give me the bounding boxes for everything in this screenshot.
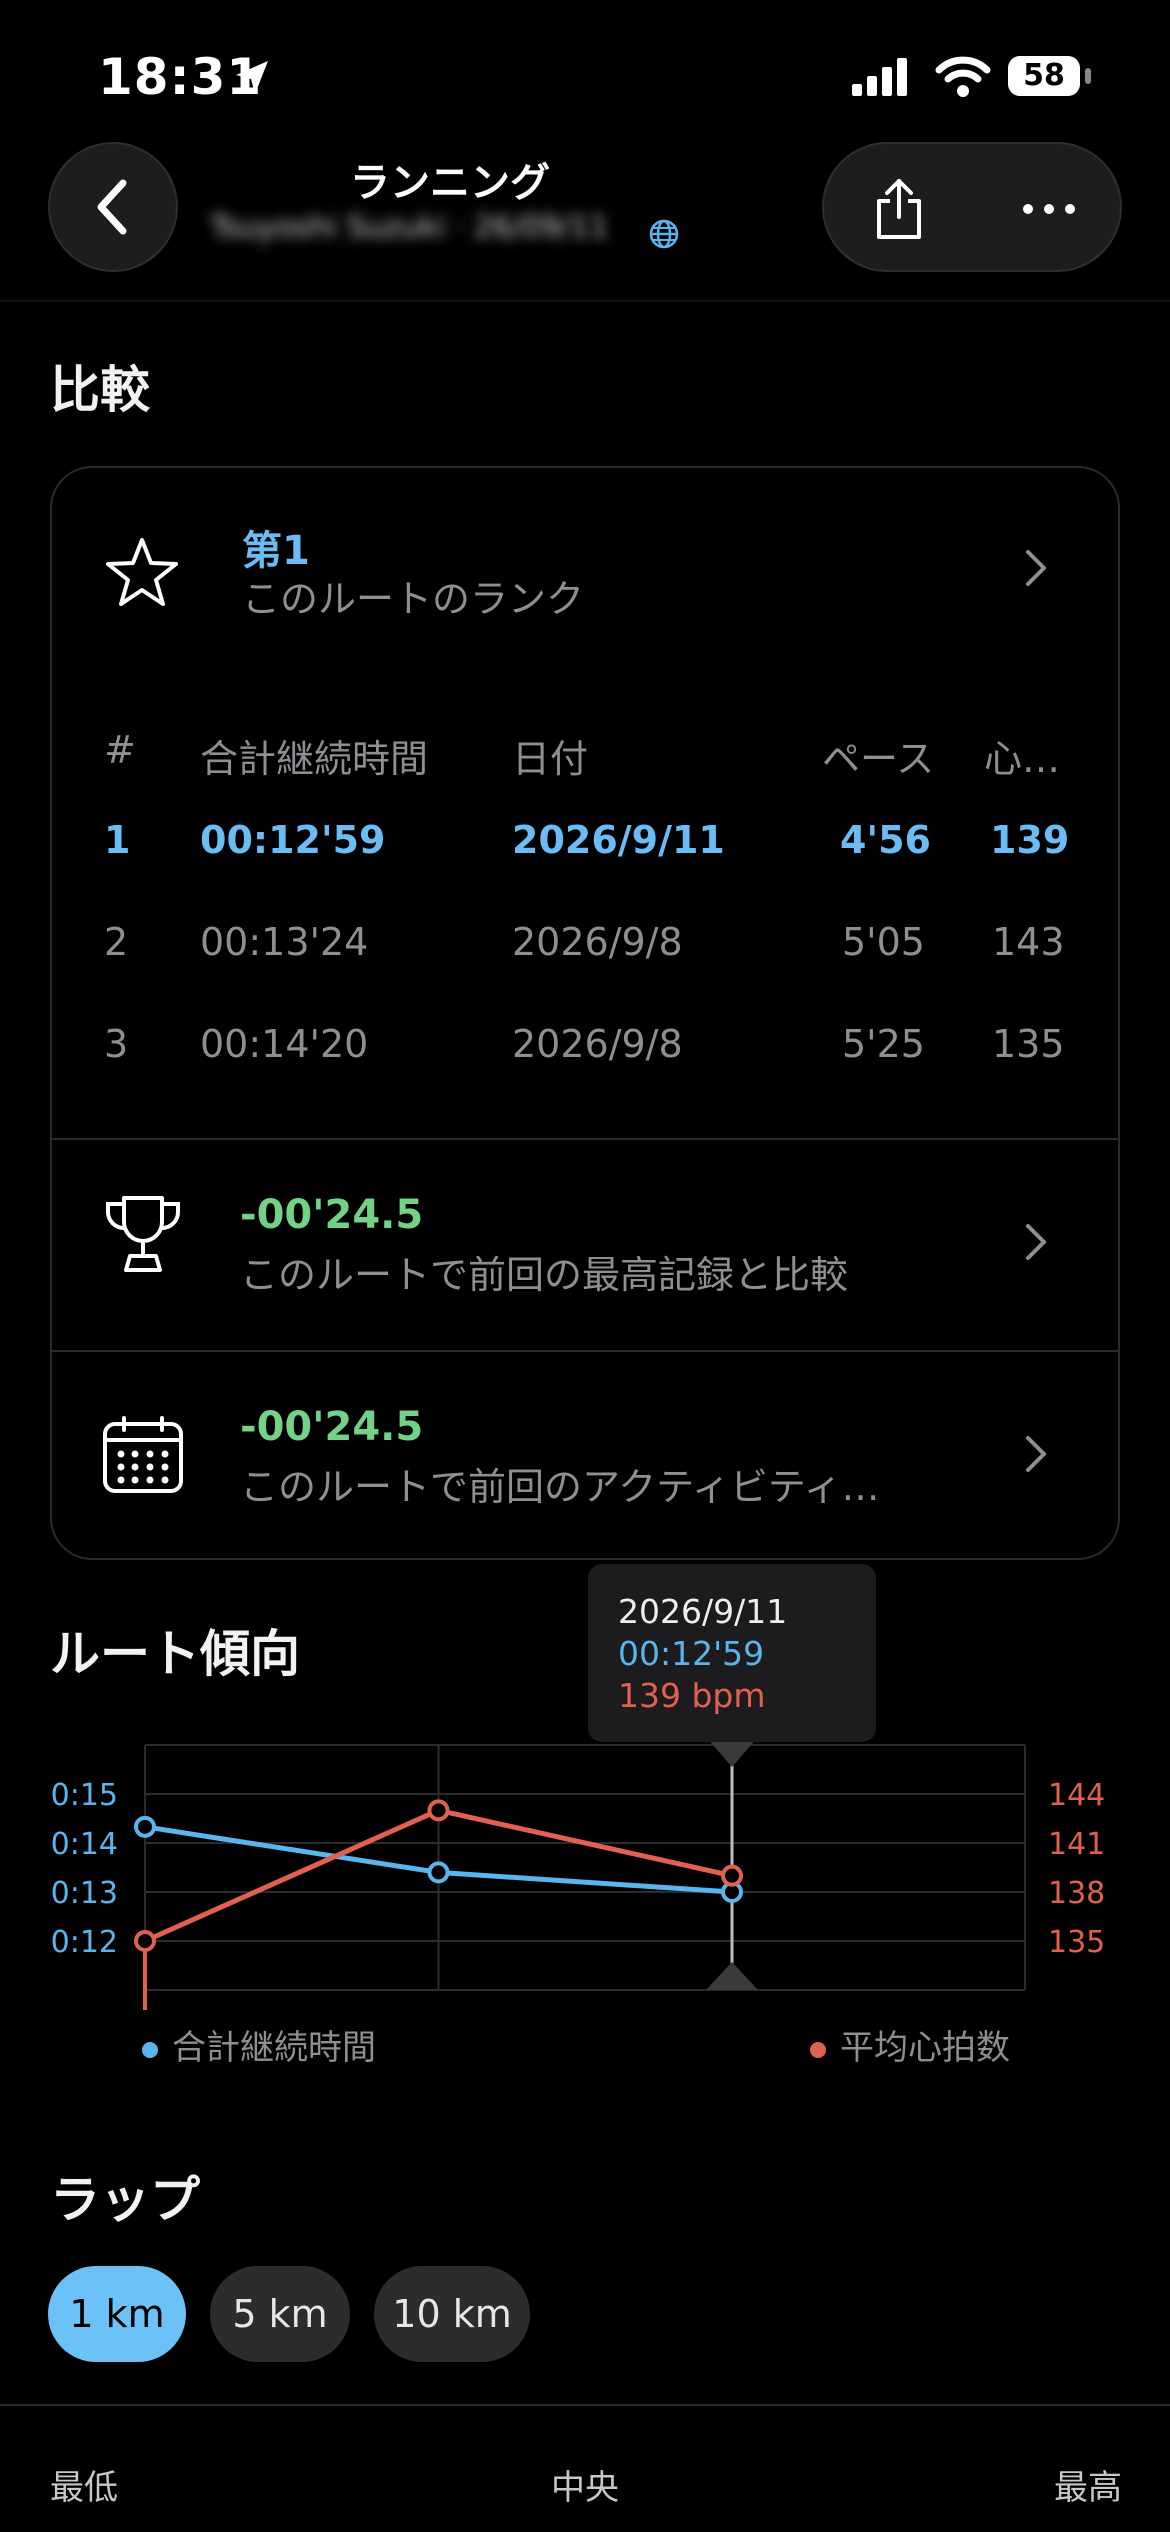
right-tick-label: 138: [1048, 1876, 1105, 1911]
table-header-pace: ペース: [822, 737, 935, 781]
battery-level: 58: [1008, 56, 1080, 96]
chevron-right-icon: [1024, 1434, 1048, 1484]
left-tick-label: 0:14: [51, 1827, 118, 1862]
battery-tip: [1085, 68, 1091, 84]
chevron-right-icon: [1024, 548, 1048, 598]
table-cell-hr: 135: [992, 1022, 1065, 1066]
more-options-button[interactable]: [1014, 174, 1084, 244]
right-tick-label: 141: [1048, 1827, 1105, 1862]
chart-right-ticks: 144 141 138 135: [1048, 1778, 1105, 1960]
more-horizontal-icon: [1023, 204, 1075, 214]
lap-option-10km[interactable]: 10 km: [374, 2266, 530, 2362]
table-cell-pace: 5'25: [842, 1022, 925, 1066]
left-tick-label: 0:12: [51, 1925, 118, 1960]
previous-activity-row[interactable]: -00'24.5 このルートで前回のアクティビティ…: [52, 1352, 1118, 1558]
left-tick-label: 0:15: [51, 1778, 118, 1813]
table-cell-pace: 5'05: [842, 920, 925, 964]
chart-grid: [144, 1744, 1026, 1991]
duration-point: [427, 1861, 450, 1884]
header-action-group: [822, 142, 1122, 272]
legend-duration-label: 合計継続時間: [172, 2028, 376, 2068]
right-tick-label: 144: [1048, 1778, 1105, 1813]
route-rank-row[interactable]: 第1 このルートのランク: [52, 468, 1118, 668]
table-cell-hr: 143: [992, 920, 1065, 964]
cellular-signal-icon: [852, 58, 907, 96]
table-cell-rank: 2: [104, 920, 129, 964]
location-arrow-icon: [236, 61, 268, 94]
table-cell-rank: 3: [104, 1022, 129, 1066]
star-icon: [106, 538, 178, 606]
previous-activity-delta: -00'24.5: [240, 1404, 424, 1450]
table-cell-duration: 00:14'20: [200, 1022, 369, 1066]
previous-activity-label: このルートで前回のアクティビティ…: [240, 1465, 880, 1509]
table-header-date: 日付: [512, 737, 589, 781]
chevron-right-icon: [1024, 1222, 1048, 1272]
legend-hr-label: 平均心拍数: [840, 2028, 1010, 2068]
scale-mid-label: 中央: [551, 2468, 619, 2508]
lap-option-5km[interactable]: 5 km: [210, 2266, 350, 2362]
table-header-duration: 合計継続時間: [200, 737, 429, 781]
best-record-delta: -00'24.5: [240, 1192, 424, 1238]
compare-card: 第1 このルートのランク # 合計継続時間 日付 ペース 心… 1 00:12'…: [50, 466, 1120, 1560]
tooltip-duration: 00:12'59: [618, 1634, 765, 1673]
table-cell-duration: 00:12'59: [200, 818, 386, 862]
table-cell-rank: 1: [104, 818, 131, 862]
chart-left-ticks: 0:15 0:14 0:13 0:12: [51, 1778, 118, 1960]
hr-point: [427, 1799, 450, 1822]
selection-marker-bottom: [706, 1962, 758, 1990]
right-tick-label: 135: [1048, 1925, 1105, 1960]
route-rank-label: このルートのランク: [242, 577, 585, 621]
globe-icon: [649, 219, 679, 249]
table-cell-pace: 4'56: [840, 818, 931, 862]
hr-point: [721, 1864, 743, 1887]
laps-section-title: ラップ: [50, 2171, 200, 2229]
tooltip-hr: 139 bpm: [618, 1676, 766, 1715]
laps-divider: [0, 2404, 1170, 2406]
best-record-label: このルートで前回の最高記録と比較: [240, 1253, 849, 1297]
tooltip-date: 2026/9/11: [618, 1592, 788, 1631]
table-header-rank: #: [104, 728, 136, 772]
wifi-icon: [935, 56, 991, 97]
compare-section-title: 比較: [50, 361, 150, 419]
trophy-icon: [106, 1196, 180, 1272]
hr-point: [134, 1930, 156, 1952]
chart-tooltip: 2026/9/11 00:12'59 139 bpm: [588, 1564, 876, 1742]
legend-hr: 平均心拍数: [810, 2020, 1010, 2069]
legend-duration-dot: [142, 2041, 158, 2058]
best-record-row[interactable]: -00'24.5 このルートで前回の最高記録と比較: [52, 1140, 1118, 1350]
duration-point: [134, 1815, 156, 1838]
route-trend-chart[interactable]: 0:15 0:14 0:13 0:12 144 141 138 135: [0, 1740, 1170, 2020]
legend-duration: 合計継続時間: [142, 2020, 376, 2069]
share-icon: [877, 179, 921, 239]
table-cell-date: 2026/9/8: [512, 920, 683, 964]
table-cell-date: 2026/9/8: [512, 1022, 683, 1066]
page-title: ランニング: [350, 160, 550, 206]
page-subtitle: Tsuyoshi Suzuki · 26/09/11: [210, 210, 609, 245]
route-trend-title: ルート傾向: [50, 1625, 300, 1683]
legend-hr-dot: [810, 2041, 826, 2058]
left-tick-label: 0:13: [51, 1876, 118, 1911]
selection-marker-top: [708, 1740, 756, 1767]
scale-max-label: 最高: [1054, 2468, 1122, 2508]
table-cell-hr: 139: [990, 818, 1070, 862]
header-divider: [0, 300, 1170, 302]
table-cell-date: 2026/9/11: [512, 818, 725, 862]
lap-option-1km[interactable]: 1 km: [48, 2266, 186, 2362]
calendar-icon: [103, 1416, 183, 1493]
share-button[interactable]: [864, 174, 934, 244]
table-header-hr: 心…: [984, 737, 1061, 781]
table-cell-duration: 00:13'24: [200, 920, 369, 964]
